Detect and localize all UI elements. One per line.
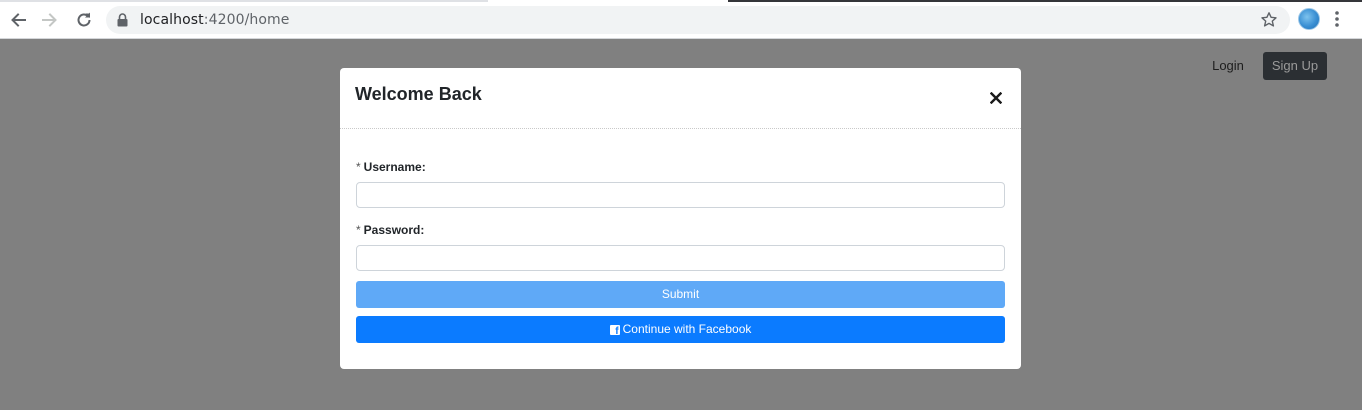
browser-toolbar: localhost:4200/home [0,0,1362,39]
submit-button[interactable]: Submit [356,281,1005,308]
username-label: * Username: [356,160,426,174]
facebook-button-label: Continue with Facebook [622,322,752,336]
forward-arrow-icon [42,13,57,27]
tab-strip-dark [728,0,1362,2]
required-asterisk: * [356,160,361,174]
close-icon [990,92,1002,104]
tab-strip-light [0,0,488,2]
facebook-icon: f [609,324,620,337]
more-menu-icon[interactable] [1334,10,1340,28]
username-label-text: Username: [363,160,426,174]
profile-avatar[interactable] [1298,8,1320,30]
url-path: :4200/home [203,12,290,28]
forward-button[interactable] [38,8,62,32]
facebook-icon-glyph: f [615,325,619,337]
login-link[interactable]: Login [1203,52,1253,80]
reload-icon [77,12,91,27]
facebook-login-button[interactable]: f Continue with Facebook [356,316,1005,343]
submit-button-label: Submit [661,287,700,301]
url-domain: localhost [140,12,204,28]
signup-button[interactable]: Sign Up [1263,52,1327,80]
lock-icon [117,13,128,27]
password-input[interactable] [356,245,1005,271]
password-label-text: Password: [363,223,425,237]
url-text: localhost:4200/home [140,12,290,28]
login-modal: Welcome Back * Username: * Password: Submi… [340,68,1021,369]
tab-strip-edge [0,0,1362,2]
back-arrow-icon [11,13,26,27]
back-button[interactable] [6,8,30,32]
address-bar[interactable]: localhost:4200/home [106,6,1290,34]
modal-title: Welcome Back [355,84,482,104]
close-button[interactable] [986,88,1006,108]
password-label: * Password: [356,223,424,237]
username-input[interactable] [356,182,1005,208]
modal-header: Welcome Back [340,68,1021,129]
reload-button[interactable] [72,8,96,32]
required-asterisk: * [356,223,361,237]
bookmark-star-icon[interactable] [1260,11,1278,29]
